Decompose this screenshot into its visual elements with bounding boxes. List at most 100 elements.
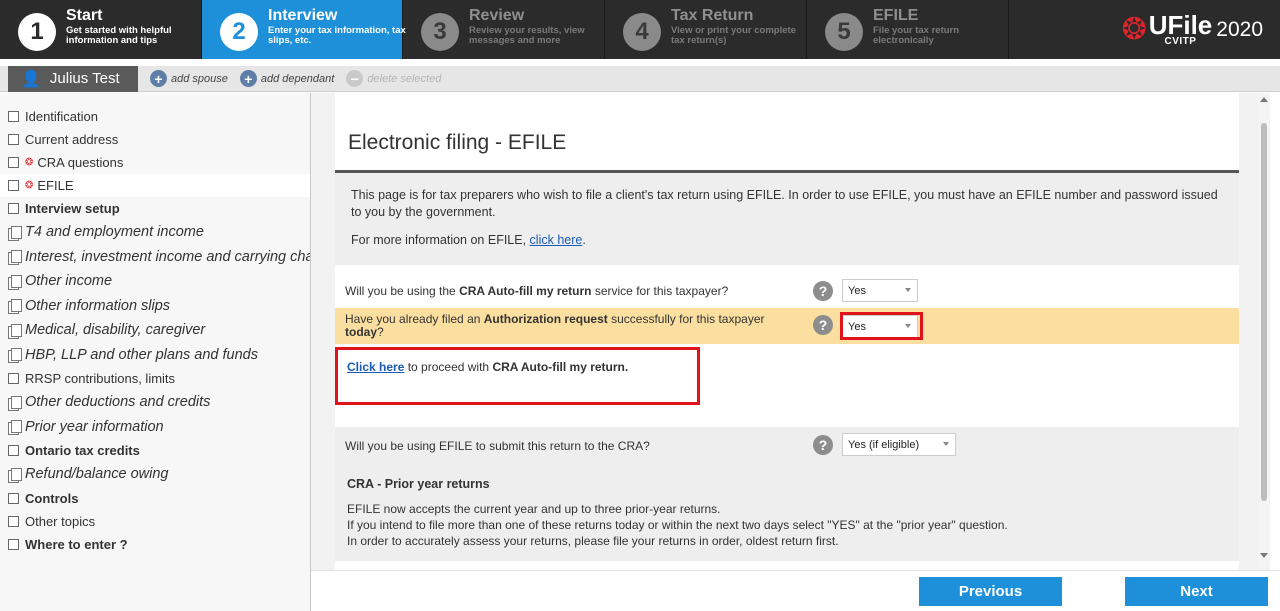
- pages-icon: [8, 420, 22, 436]
- pages-icon: [8, 348, 22, 364]
- step-number: 5: [825, 13, 863, 51]
- checkbox[interactable]: [8, 373, 19, 384]
- sidebar-item-cra-questions[interactable]: ❂ CRA questions: [0, 151, 310, 174]
- checkbox[interactable]: [8, 445, 19, 456]
- step-number: 3: [421, 13, 459, 51]
- step-navigation-bar: 1 Start Get started with helpful informa…: [0, 0, 1280, 59]
- checkbox[interactable]: [8, 538, 19, 550]
- highlight-box: [335, 347, 700, 405]
- step-title: Start: [66, 7, 103, 24]
- sidebar-item-other-topics[interactable]: Other topics: [0, 510, 310, 533]
- efile-page: Electronic filing - EFILE This page is f…: [335, 93, 1239, 570]
- pages-icon: [8, 225, 22, 241]
- pages-icon: [8, 250, 22, 266]
- delete-selected-button[interactable]: − delete selected: [346, 70, 441, 87]
- step-number: 4: [623, 13, 661, 51]
- pages-icon: [8, 323, 22, 339]
- step-title: Tax Return: [671, 7, 754, 24]
- scroll-down-icon[interactable]: [1260, 553, 1268, 558]
- highlight-box: [840, 312, 923, 340]
- checkbox[interactable]: [8, 111, 19, 122]
- info-box: This page is for tax preparers who wish …: [335, 173, 1239, 265]
- sidebar-item-where-to-enter[interactable]: Where to enter ?: [0, 533, 310, 556]
- sidebar-item-prior-year[interactable]: Prior year information: [0, 415, 310, 440]
- help-icon[interactable]: ?: [813, 435, 833, 455]
- maple-leaf-icon: ❂: [25, 180, 34, 191]
- more-info-line: For more information on EFILE, click her…: [351, 233, 586, 247]
- checkbox[interactable]: [8, 180, 19, 191]
- sidebar-item-other-income[interactable]: Other income: [0, 269, 310, 294]
- sidebar-item-refund-balance[interactable]: Refund/balance owing: [0, 462, 310, 487]
- plus-icon: +: [150, 70, 167, 87]
- pages-icon: [8, 467, 22, 483]
- efile-select[interactable]: Yes (if eligible): [842, 433, 956, 456]
- sidebar-item-medical[interactable]: Medical, disability, caregiver: [0, 318, 310, 343]
- sidebar-item-current-address[interactable]: Current address: [0, 128, 310, 151]
- step-title: Interview: [268, 7, 338, 24]
- logo-year: 2020: [1216, 17, 1263, 41]
- user-tab[interactable]: 👤 Julius Test: [8, 65, 138, 92]
- user-name: Julius Test: [49, 70, 120, 87]
- ufile-logo: ❂ UFile CVITP 2020: [1009, 0, 1280, 59]
- step-number: 1: [18, 13, 56, 51]
- autofill-select[interactable]: Yes: [842, 279, 918, 302]
- person-icon: 👤: [21, 70, 41, 88]
- scroll-up-icon[interactable]: [1260, 97, 1268, 102]
- step-title: EFILE: [873, 7, 919, 24]
- sidebar-item-interest-investment[interactable]: Interest, investment income and carrying…: [0, 245, 310, 270]
- checkbox[interactable]: [8, 134, 19, 145]
- chevron-down-icon: [943, 442, 949, 446]
- add-dependant-button[interactable]: + add dependant: [239, 70, 334, 87]
- autofill-question-row: Will you be using the CRA Auto-fill my r…: [335, 277, 1239, 305]
- step-title: Review: [469, 7, 525, 24]
- next-button[interactable]: Next: [1125, 577, 1268, 606]
- pages-icon: [8, 274, 22, 290]
- checkbox[interactable]: [8, 203, 19, 214]
- step-efile[interactable]: 5 EFILE File your tax return electronica…: [807, 0, 1009, 59]
- info-text: This page is for tax preparers who wish …: [351, 188, 1218, 219]
- delete-selected-label: delete selected: [367, 72, 442, 85]
- sidebar-item-t4-employment[interactable]: T4 and employment income: [0, 220, 310, 245]
- efile-info-link[interactable]: click here: [530, 233, 583, 247]
- checkbox[interactable]: [8, 492, 19, 504]
- sidebar-item-other-deductions[interactable]: Other deductions and credits: [0, 390, 310, 415]
- previous-button[interactable]: Previous: [919, 577, 1062, 606]
- maple-leaf-icon: ❂: [25, 157, 34, 168]
- pages-icon: [8, 299, 22, 315]
- step-tax-return[interactable]: 4 Tax Return View or print your complete…: [605, 0, 807, 59]
- checkbox[interactable]: [8, 515, 19, 527]
- vertical-scrollbar[interactable]: [1258, 93, 1270, 570]
- prior-year-body: EFILE now accepts the current year and u…: [347, 502, 1008, 548]
- authorization-question-row: Have you already filed an Authorization …: [335, 308, 1239, 344]
- autofill-question: Will you be using the CRA Auto-fill my r…: [345, 283, 729, 298]
- add-spouse-button[interactable]: + add spouse: [150, 70, 228, 87]
- scroll-thumb[interactable]: [1261, 123, 1267, 501]
- checkbox[interactable]: [8, 157, 19, 168]
- step-interview[interactable]: 2 Interview Enter your tax information, …: [202, 0, 406, 59]
- sidebar-item-efile[interactable]: ❂ EFILE: [0, 174, 310, 197]
- user-bar: 👤 Julius Test + add spouse + add dependa…: [0, 65, 1280, 92]
- step-start[interactable]: 1 Start Get started with helpful informa…: [0, 0, 202, 59]
- authorization-question: Have you already filed an Authorization …: [345, 312, 765, 339]
- help-icon[interactable]: ?: [813, 281, 833, 301]
- step-review[interactable]: 3 Review Review your results, view messa…: [403, 0, 605, 59]
- help-icon[interactable]: ?: [813, 315, 833, 335]
- efile-question: Will you be using EFILE to submit this r…: [345, 439, 650, 453]
- step-subtitle: View or print your complete tax return(s…: [671, 25, 796, 46]
- sidebar-item-identification[interactable]: Identification: [0, 105, 310, 128]
- sidebar-item-controls[interactable]: Controls: [0, 487, 310, 510]
- sidebar-item-hbp-llp[interactable]: HBP, LLP and other plans and funds: [0, 343, 310, 368]
- plus-icon: +: [239, 70, 257, 87]
- chevron-down-icon: [905, 288, 911, 292]
- sidebar-item-interview-setup[interactable]: Interview setup: [0, 197, 310, 220]
- efile-question-box: Will you be using EFILE to submit this r…: [335, 427, 1239, 561]
- sidebar-item-ontario-credits[interactable]: Ontario tax credits: [0, 439, 310, 462]
- sidebar-item-rrsp[interactable]: RRSP contributions, limits: [0, 367, 310, 390]
- bottom-navigation: Previous Next: [311, 570, 1280, 611]
- step-subtitle: File your tax return electronically: [873, 25, 960, 46]
- add-spouse-label: add spouse: [171, 72, 228, 85]
- sidebar: Identification Current address ❂ CRA ques…: [0, 93, 310, 611]
- maple-leaf-icon: ❂: [1121, 12, 1147, 46]
- prior-year-title: CRA - Prior year returns: [347, 477, 490, 491]
- sidebar-item-other-slips[interactable]: Other information slips: [0, 294, 310, 319]
